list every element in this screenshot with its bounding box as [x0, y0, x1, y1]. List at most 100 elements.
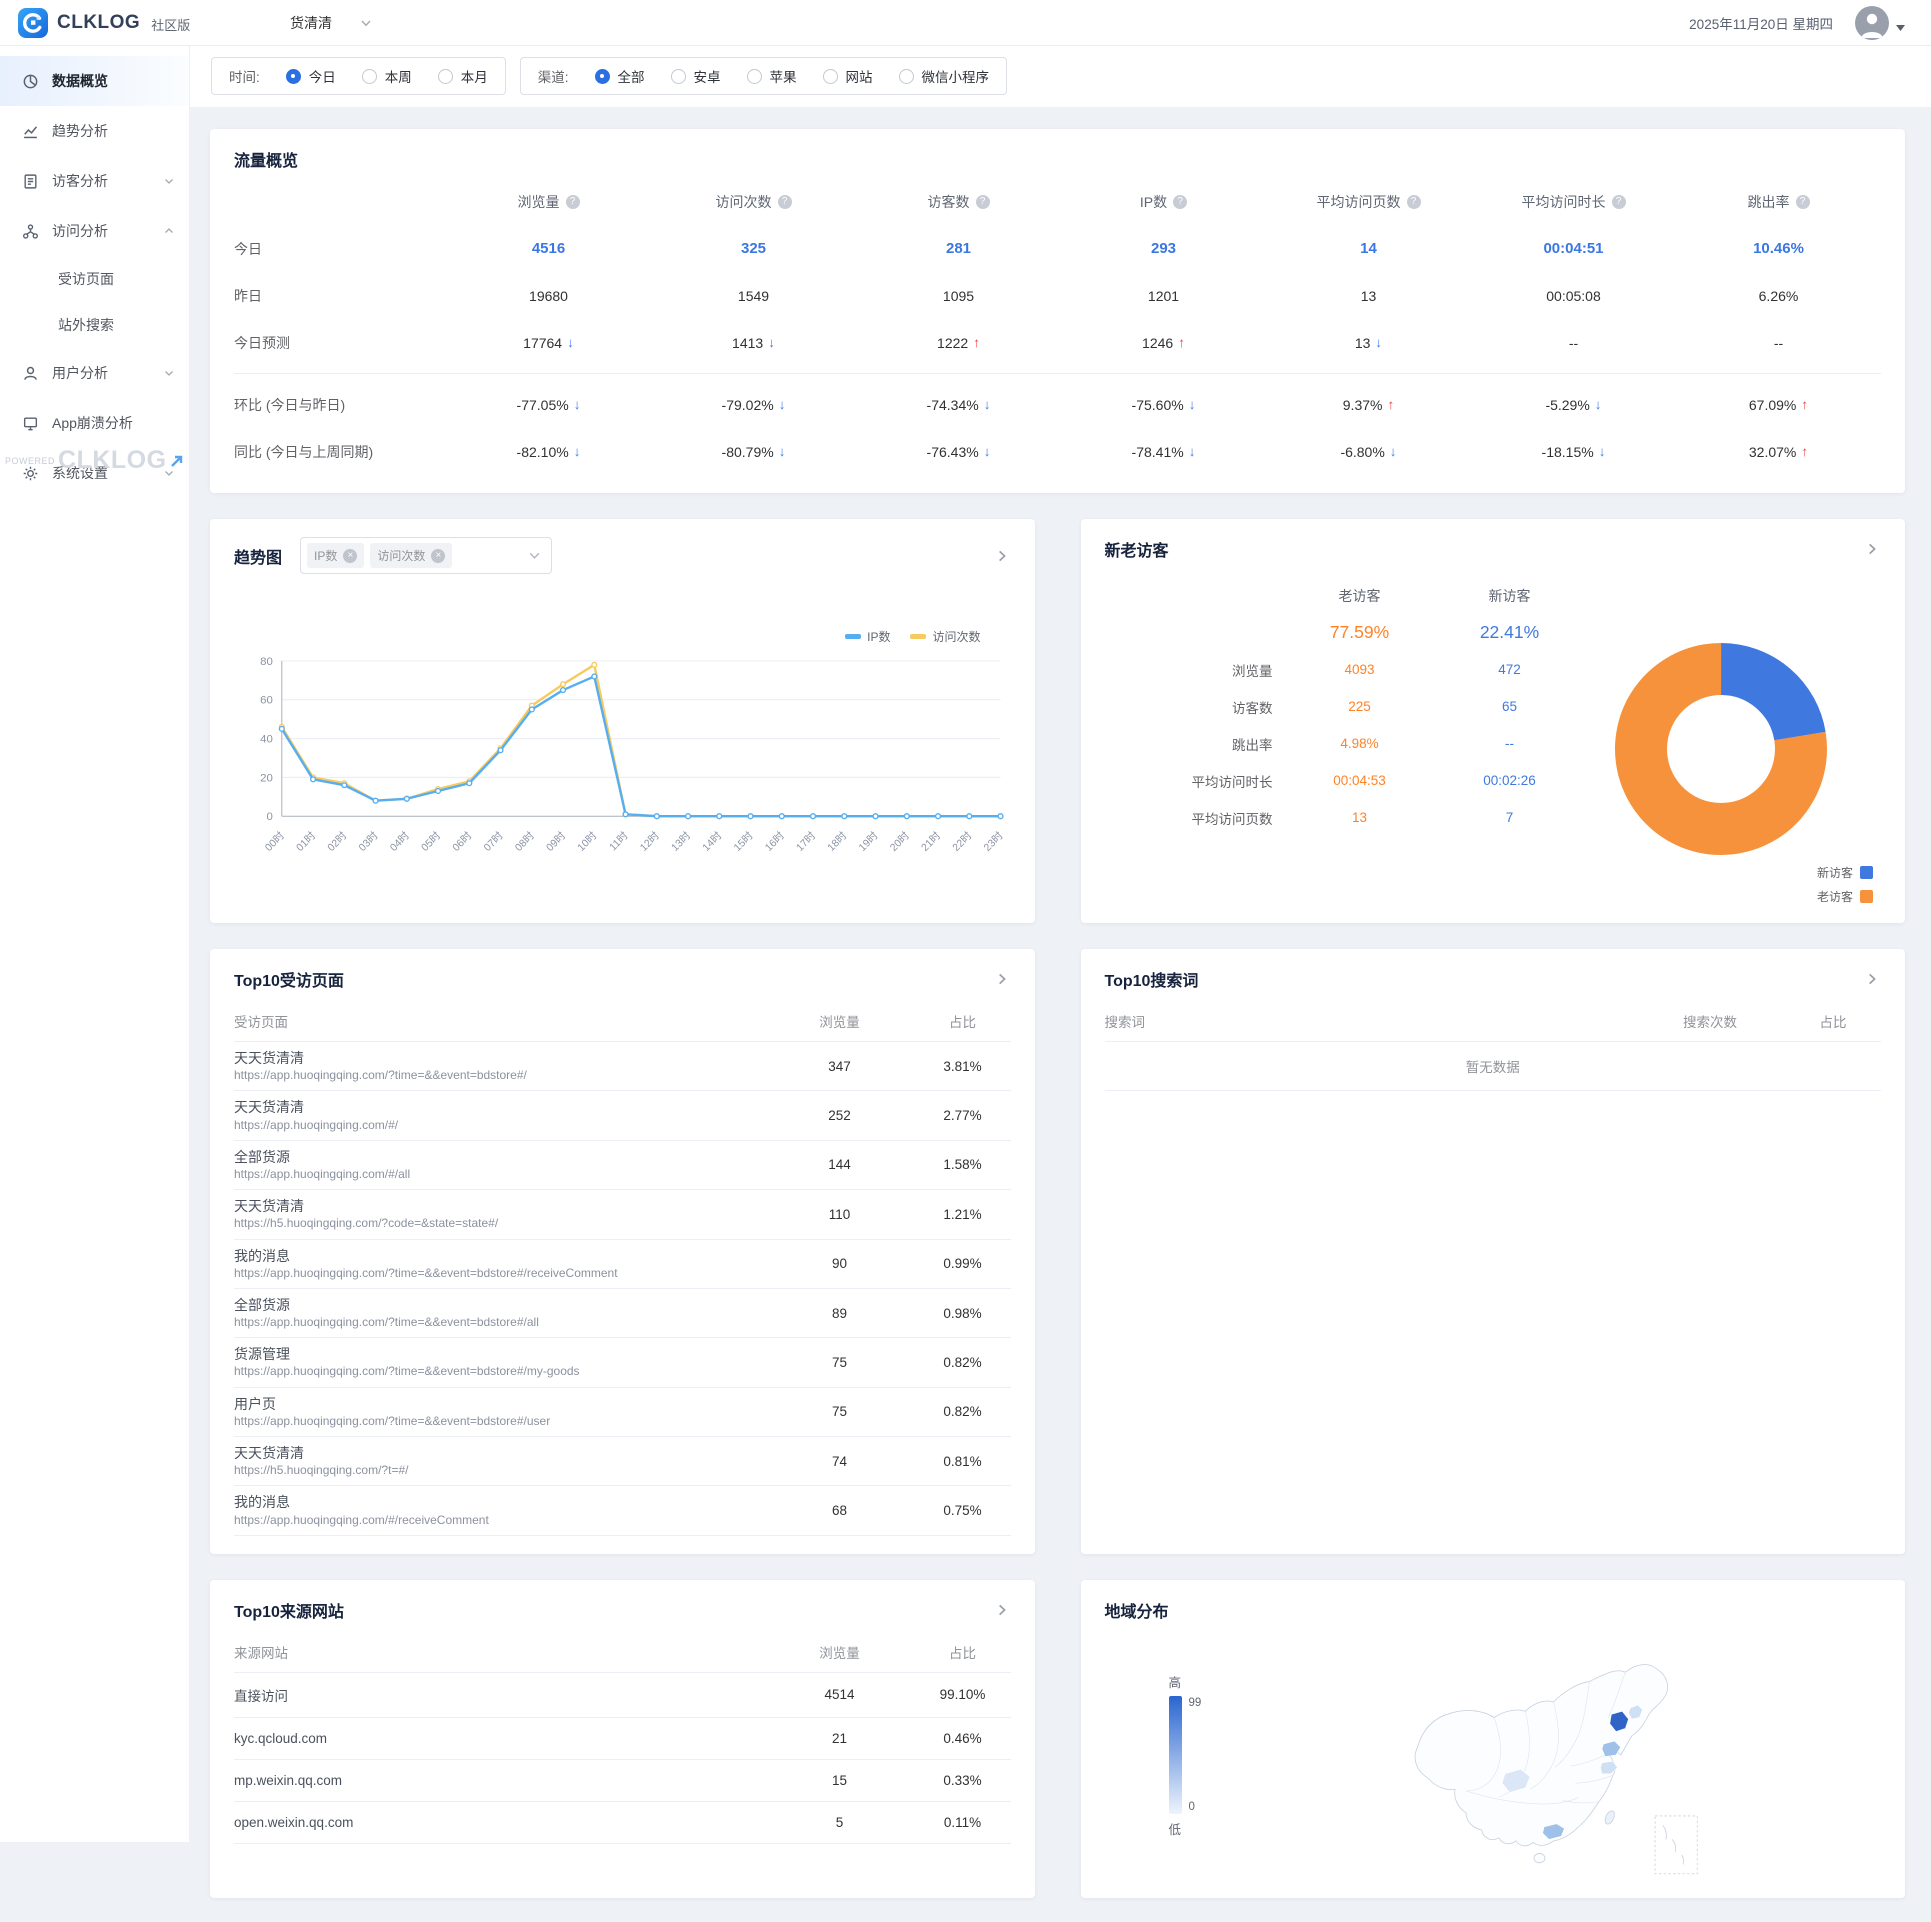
page-views: 75	[765, 1355, 915, 1370]
table-row: open.weixin.qq.com50.11%	[234, 1802, 1011, 1844]
help-icon[interactable]: ?	[1612, 195, 1626, 209]
panel-title: 流量概览	[234, 147, 1881, 171]
top-sources-more-button[interactable]	[993, 1601, 1011, 1619]
help-icon[interactable]: ?	[566, 195, 580, 209]
radio-label: 全部	[618, 66, 645, 86]
help-icon[interactable]: ?	[1173, 195, 1187, 209]
metric-column-header: IP数?	[1061, 179, 1266, 225]
value-text: 1246	[1142, 335, 1173, 351]
value-text: 9.37%	[1343, 397, 1383, 413]
channel-option-安卓[interactable]: 安卓	[671, 66, 721, 86]
page-cell: 用户页https://app.huoqingqing.com/?time=&&e…	[234, 1388, 765, 1436]
top-pages-more-button[interactable]	[993, 970, 1011, 988]
value-text: 1095	[943, 288, 974, 304]
value-text: -18.15%	[1542, 444, 1594, 460]
help-icon[interactable]: ?	[778, 195, 792, 209]
legend-item-IP数[interactable]: IP数	[845, 628, 890, 645]
radio-icon	[595, 69, 610, 84]
top-keywords-more-button[interactable]	[1863, 970, 1881, 988]
channel-option-苹果[interactable]: 苹果	[747, 66, 797, 86]
remove-tag-icon[interactable]: ×	[431, 549, 445, 563]
heat-min-value: 0	[1189, 1801, 1202, 1813]
help-icon[interactable]: ?	[976, 195, 990, 209]
clklog-logo-icon	[18, 8, 48, 38]
help-icon[interactable]: ?	[1796, 195, 1810, 209]
value-text: 17764	[523, 335, 562, 351]
sidebar-subitem-visit-1[interactable]: 站外搜索	[0, 302, 189, 348]
trend-metric-select[interactable]: IP数×访问次数×	[300, 537, 552, 574]
page-percent: 1.21%	[915, 1207, 1011, 1222]
page-views: 75	[765, 1404, 915, 1419]
china-map	[1376, 1630, 1706, 1880]
value-text: -78.41%	[1132, 444, 1184, 460]
metric-column-label: 平均访问页数	[1317, 192, 1401, 212]
sidebar-item-appcrash[interactable]: App崩溃分析	[0, 398, 189, 448]
help-icon[interactable]: ?	[1407, 195, 1421, 209]
channel-option-微信小程序[interactable]: 微信小程序	[899, 66, 990, 86]
column-header: 浏览量	[765, 1642, 915, 1662]
time-option-今日[interactable]: 今日	[286, 66, 336, 86]
metric-value: 1201	[1061, 272, 1266, 319]
source-percent: 0.46%	[915, 1731, 1011, 1746]
remove-tag-icon[interactable]: ×	[343, 549, 357, 563]
metric-column-label: 浏览量	[518, 192, 560, 212]
visit-icon	[22, 223, 39, 240]
value-text: 00:04:51	[1543, 240, 1603, 257]
top-pages-table: 受访页面浏览量占比天天货清清https://app.huoqingqing.co…	[234, 1001, 1011, 1536]
page-name: 货源管理	[234, 1345, 765, 1363]
column-header: 浏览量	[765, 1011, 915, 1031]
sidebar-item-label: 系统设置	[52, 463, 108, 483]
sidebar-item-overview[interactable]: 数据概览	[0, 56, 189, 106]
page-views: 252	[765, 1108, 915, 1123]
table-row: 直接访问451499.10%	[234, 1673, 1011, 1718]
user-avatar[interactable]	[1855, 6, 1889, 40]
page-url: https://app.huoqingqing.com/?time=&&even…	[234, 1314, 765, 1330]
metric-tag[interactable]: IP数×	[307, 543, 364, 568]
svg-text:20: 20	[260, 772, 273, 784]
metric-tag[interactable]: 访问次数×	[370, 543, 452, 568]
user-menu-caret-icon[interactable]	[1896, 25, 1905, 31]
sidebar-item-settings[interactable]: 系统设置	[0, 448, 189, 498]
donut-legend-label: 新访客	[1817, 864, 1853, 881]
legend-item-访问次数[interactable]: 访问次数	[910, 628, 980, 645]
arrow-down-icon: ↓	[574, 444, 581, 459]
metric-value: 4516	[446, 225, 651, 272]
donut-legend-item-老访客[interactable]: 老访客	[1817, 888, 1873, 905]
trend-more-button[interactable]	[993, 547, 1011, 565]
svg-text:02时: 02时	[325, 829, 349, 853]
sidebar-subitem-label: 受访页面	[58, 269, 114, 289]
metric-value: -82.10%↓	[446, 428, 651, 475]
donut-legend-item-新访客[interactable]: 新访客	[1817, 864, 1873, 881]
empty-state: 暂无数据	[1105, 1042, 1882, 1091]
value-text: 67.09%	[1749, 397, 1796, 413]
table-row: 天天货清清https://h5.huoqingqing.com/?code=&s…	[234, 1190, 1011, 1239]
sidebar-item-label: 访客分析	[52, 171, 108, 191]
svg-text:17时: 17时	[794, 829, 818, 853]
sidebar-subitem-visit-0[interactable]: 受访页面	[0, 256, 189, 302]
metric-column-header: 访客数?	[856, 179, 1061, 225]
value-text: -74.34%	[927, 397, 979, 413]
project-selector[interactable]: 货清清	[290, 13, 372, 33]
metric-value: 6.26%	[1676, 272, 1881, 319]
visitors-more-button[interactable]	[1863, 540, 1881, 558]
channel-option-全部[interactable]: 全部	[595, 66, 645, 86]
svg-text:60: 60	[260, 695, 273, 707]
table-row: 天天货清清https://app.huoqingqing.com/?time=&…	[234, 1042, 1011, 1091]
value-text: 00:05:08	[1546, 288, 1601, 304]
sidebar-item-trend[interactable]: 趋势分析	[0, 106, 189, 156]
time-option-本周[interactable]: 本周	[362, 66, 412, 86]
table-header-row: 搜索词搜索次数占比	[1105, 1001, 1882, 1042]
metric-column-header: 浏览量?	[446, 179, 651, 225]
brand-name: CLKLOG	[57, 12, 140, 34]
trend-panel: 趋势图 IP数×访问次数× IP数访问次数 02040608000时01时02时…	[210, 519, 1035, 923]
metric-value: 1222↑	[856, 319, 1061, 366]
channel-option-网站[interactable]: 网站	[823, 66, 873, 86]
sidebar-item-user[interactable]: 用户分析	[0, 348, 189, 398]
sidebar-item-visit[interactable]: 访问分析	[0, 206, 189, 256]
page-name: 天天货清清	[234, 1444, 765, 1462]
sidebar-item-visitor[interactable]: 访客分析	[0, 156, 189, 206]
metric-value: 19680	[446, 272, 651, 319]
page-views: 144	[765, 1157, 915, 1172]
time-option-本月[interactable]: 本月	[438, 66, 488, 86]
metric-value: 13	[1266, 272, 1471, 319]
